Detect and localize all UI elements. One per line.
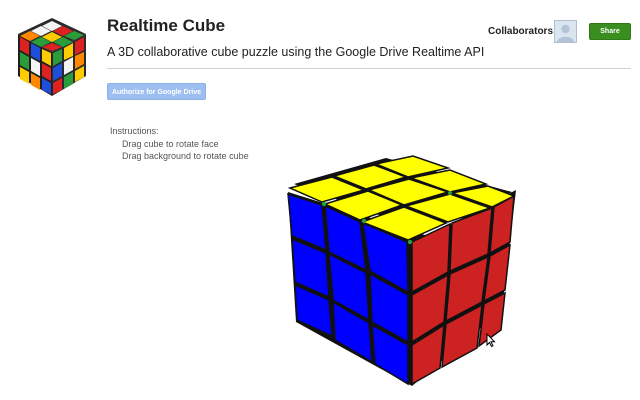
user-avatar-icon[interactable]	[554, 20, 577, 43]
collaborators-label: Collaborators:	[488, 26, 557, 37]
instruction-item: Drag background to rotate cube	[122, 151, 249, 161]
instructions-heading: Instructions:	[110, 126, 159, 136]
app-subtitle: A 3D collaborative cube puzzle using the…	[107, 45, 485, 59]
rubiks-cube-logo-icon	[18, 18, 86, 96]
mouse-pointer-icon	[486, 333, 496, 347]
rubiks-cube-canvas[interactable]	[276, 150, 536, 388]
header-divider	[107, 68, 631, 69]
app-title: Realtime Cube	[107, 16, 226, 35]
instructions: Instructions: Drag cube to rotate face D…	[110, 125, 249, 163]
instruction-item: Drag cube to rotate face	[122, 138, 219, 149]
authorize-button[interactable]: Authorize for Google Drive	[107, 83, 206, 100]
share-button[interactable]: Share	[589, 23, 631, 40]
